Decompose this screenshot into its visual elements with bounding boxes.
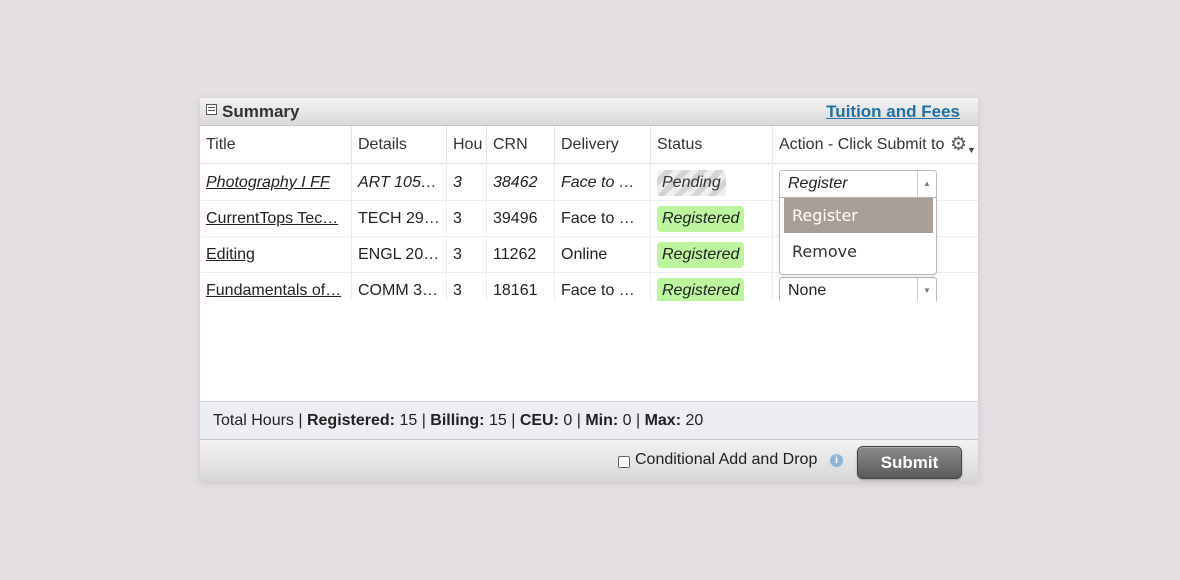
conditional-add-drop-checkbox[interactable] [618,456,630,468]
course-title-link[interactable]: Fundamentals of… [206,282,341,299]
info-icon[interactable]: i [830,454,843,467]
hours-cell: 3 [447,165,487,201]
column-header-delivery[interactable]: Delivery [555,126,651,164]
submit-button[interactable]: Submit [857,446,962,479]
gear-icon[interactable]: ⚙ ▼ [950,135,976,156]
column-header-hours[interactable]: Hou [447,126,487,164]
panel-header: Summary Tuition and Fees [200,98,978,126]
delivery-cell: Face to … [555,165,651,201]
tuition-and-fees-link[interactable]: Tuition and Fees [826,102,960,122]
collapse-icon[interactable] [206,104,217,115]
min-value: 0 | [618,412,645,429]
billing-label: Billing: [430,412,485,429]
chevron-down-icon: ▼ [967,145,976,155]
registered-label: Registered: [306,412,395,429]
details-cell: ENGL 20… [352,237,447,273]
crn-cell: 39496 [487,201,555,237]
details-cell: ART 105… [352,165,447,201]
status-badge: Registered [657,206,745,232]
course-title-link[interactable]: CurrentTops Tec… [206,210,338,227]
dropdown-option-remove[interactable]: Remove [784,234,933,269]
column-header-row: Title Details Hou CRN Delivery Status Ac… [200,126,978,164]
column-header-action[interactable]: Action - Click Submit to [773,126,951,164]
totals-prefix: Total Hours | [213,412,307,429]
registered-value: 15 | [395,412,431,429]
totals-bar: Total Hours | Registered: 15 | Billing: … [200,401,978,439]
panel-title: Summary [222,102,300,121]
footer-bar: Conditional Add and Drop i Submit [200,439,978,481]
hours-cell: 3 [447,237,487,273]
column-header-status[interactable]: Status [651,126,773,164]
column-header-crn[interactable]: CRN [487,126,555,164]
action-select-value: None [788,282,827,299]
billing-value: 15 | [484,412,520,429]
action-select-value: Register [788,175,848,192]
hours-cell: 3 [447,201,487,237]
status-badge: Registered [657,242,745,268]
max-value: 20 [681,412,704,429]
action-select[interactable]: Register ▲ [779,170,937,198]
crn-cell: 38462 [487,165,555,201]
crn-cell: 11262 [487,237,555,273]
conditional-add-drop-label[interactable]: Conditional Add and Drop [635,451,817,469]
grid-empty-area [200,301,978,401]
action-select[interactable]: None ▼ [779,277,937,304]
column-header-title[interactable]: Title [200,126,352,164]
ceu-label: CEU: [519,412,559,429]
max-label: Max: [644,412,682,429]
status-badge: Pending [657,170,726,196]
column-header-details[interactable]: Details [352,126,447,164]
details-cell: TECH 29… [352,201,447,237]
min-label: Min: [585,412,619,429]
chevron-up-icon[interactable]: ▲ [917,171,936,197]
delivery-cell: Face to … [555,201,651,237]
delivery-cell: Online [555,237,651,273]
course-title-link[interactable]: Editing [206,246,255,263]
dropdown-option-register[interactable]: Register [784,198,933,233]
ceu-value: 0 | [558,412,586,429]
summary-panel: Summary Tuition and Fees Title Details H… [200,98,978,481]
course-title-link[interactable]: Photography I FF [206,174,330,191]
action-dropdown-menu: Register Remove [779,198,937,275]
